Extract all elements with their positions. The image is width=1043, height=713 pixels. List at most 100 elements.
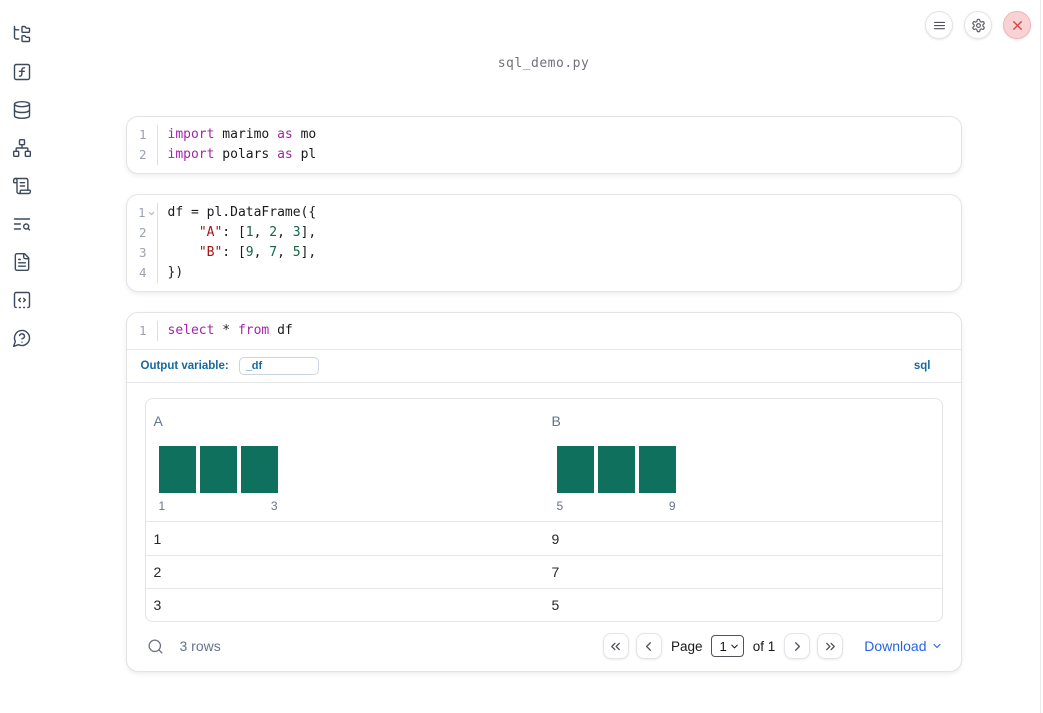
panel-documentation[interactable]	[11, 251, 33, 273]
column-histogram: 59	[556, 446, 676, 513]
code-cell: 1 import marimo as mo 2 import polars as pl	[125, 116, 962, 174]
notebook-filename: sql_demo.py	[497, 56, 590, 71]
line-number: 4	[138, 265, 147, 280]
histogram-bar	[597, 446, 635, 493]
code-content: })	[167, 265, 184, 280]
notebook: sql_demo.py 1 import marimo as mo 2 import …	[44, 0, 1043, 692]
help-bubble-icon	[12, 328, 32, 348]
code-line: 4})	[127, 263, 961, 283]
next-page-button[interactable]	[784, 633, 811, 659]
line-number: 3	[138, 245, 147, 260]
table-footer: 3 rows Page 1 of 1 Download	[145, 633, 943, 659]
prev-page-button[interactable]	[635, 633, 662, 659]
code-content: import polars as pl	[167, 147, 317, 162]
column-histogram: 13	[158, 446, 278, 513]
histogram-bar	[638, 446, 676, 493]
line-gutter: 2	[127, 223, 158, 243]
chevron-down-icon	[931, 640, 943, 652]
axis-max-label: 9	[668, 499, 676, 513]
cell-editor[interactable]: 1 select * from df	[126, 313, 961, 350]
code-line: 1 df = pl.DataFrame({	[127, 203, 961, 223]
notebook-actions	[925, 11, 1031, 39]
histogram-bar	[240, 446, 278, 493]
dataframe-table: A13B59192735	[144, 398, 943, 622]
page-of-label: of 1	[752, 638, 776, 654]
sql-language-badge: sql	[913, 360, 931, 372]
cell-editor[interactable]: 1 import marimo as mo 2 import polars as pl	[127, 117, 961, 173]
search-button[interactable]	[145, 636, 166, 657]
line-gutter: 1	[127, 203, 158, 223]
code-cell: 1 df = pl.DataFrame({2 "A": [1, 2, 3], 3 "…	[125, 194, 962, 292]
function-square-icon	[12, 62, 32, 82]
panel-outline-search[interactable]	[11, 213, 33, 235]
output-variable-input[interactable]	[238, 357, 319, 375]
download-button[interactable]: Download	[864, 638, 942, 654]
file-tree-icon	[12, 24, 32, 44]
line-number: 1	[137, 205, 146, 220]
pagination: Page 1 of 1 Download	[602, 633, 943, 659]
table-row[interactable]: 19	[146, 522, 942, 555]
code-line: 2 "A": [1, 2, 3],	[127, 223, 961, 243]
table-cell: 5	[551, 597, 560, 613]
code-line: 3 "B": [9, 7, 5],	[127, 243, 961, 263]
sql-cell-toolbar: Output variable: sql	[126, 350, 961, 383]
table-cell: 3	[153, 597, 162, 613]
line-gutter: 2	[127, 145, 158, 165]
list-search-icon	[12, 214, 32, 234]
panel-snippets[interactable]	[11, 289, 33, 311]
shutdown-button[interactable]	[1003, 11, 1031, 39]
line-number: 1	[138, 127, 147, 142]
panel-file-explorer[interactable]	[11, 23, 33, 45]
chevrons-right-icon	[823, 639, 838, 654]
axis-min-label: 5	[556, 499, 564, 513]
panel-logs[interactable]	[11, 175, 33, 197]
code-content: df = pl.DataFrame({	[167, 205, 317, 220]
table-row[interactable]: 35	[145, 588, 942, 621]
fold-gutter-icon[interactable]	[147, 209, 156, 218]
cell-editor[interactable]: 1 df = pl.DataFrame({2 "A": [1, 2, 3], 3 "…	[127, 195, 961, 291]
column-header[interactable]: B59	[544, 413, 942, 513]
histogram-bar	[158, 446, 196, 493]
panel-dependency-graph[interactable]	[11, 137, 33, 159]
panel-data-sources[interactable]	[11, 99, 33, 121]
file-text-icon	[12, 252, 32, 272]
column-header[interactable]: A 13	[146, 413, 544, 513]
gear-icon	[971, 18, 986, 33]
axis-min-label: 1	[158, 499, 166, 513]
close-icon	[1010, 18, 1025, 33]
panel-help[interactable]	[11, 327, 33, 349]
histogram-bars	[556, 446, 676, 493]
histogram-axis: 13	[159, 499, 278, 513]
scroll-icon	[12, 176, 32, 196]
code-line: 1 select * from df	[127, 321, 961, 341]
code-content: "B": [9, 7, 5],	[198, 245, 317, 260]
sql-cell: 1select * from dfOutput variable:sqlA13B…	[125, 312, 962, 672]
menu-button[interactable]	[925, 11, 953, 39]
code-line: 2 import polars as pl	[127, 145, 961, 165]
table-cell: 9	[551, 530, 560, 547]
search-icon	[147, 638, 164, 655]
column-name: A	[153, 413, 163, 429]
table-cell: 1	[153, 530, 162, 547]
chevron-down-icon	[729, 641, 740, 652]
download-label: Download	[864, 638, 927, 654]
code-content: select * from df	[167, 323, 293, 338]
chevron-left-icon	[641, 639, 656, 654]
last-page-button[interactable]	[817, 633, 844, 659]
line-gutter: 4	[127, 263, 158, 283]
code-content: import marimo as mo	[167, 127, 317, 142]
panel-variables[interactable]	[11, 61, 33, 83]
histogram-bar	[556, 446, 594, 493]
line-gutter: 1	[127, 125, 158, 145]
settings-button[interactable]	[964, 11, 992, 39]
histogram-bar	[199, 446, 237, 493]
code-box-icon	[12, 290, 32, 310]
table-cell: 2	[153, 564, 162, 580]
cell-output: A13B591927353 rows Page 1 of 1 Download	[127, 383, 961, 671]
code-content: "A": [1, 2, 3],	[198, 225, 317, 240]
line-gutter: 1	[127, 321, 158, 341]
database-icon	[12, 100, 32, 120]
page-select[interactable]: 1	[711, 635, 744, 657]
table-row[interactable]: 27	[145, 555, 942, 588]
first-page-button[interactable]	[602, 633, 629, 659]
